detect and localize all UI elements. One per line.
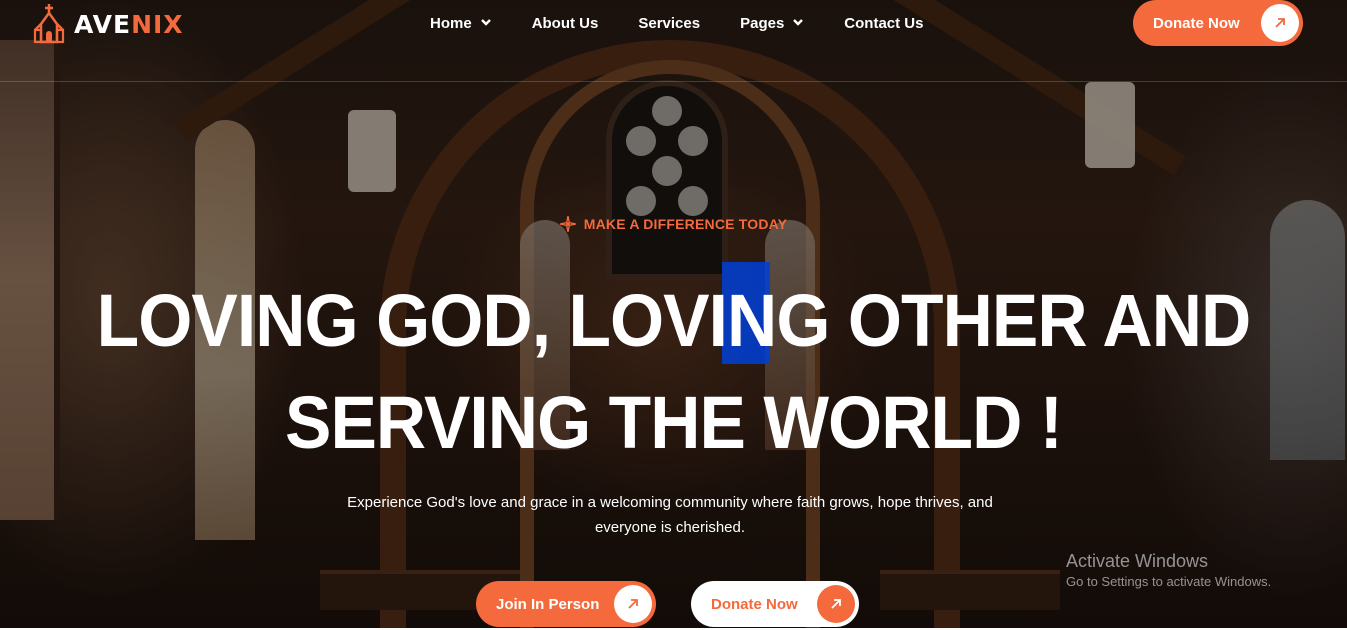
compass-star-icon xyxy=(559,216,576,232)
headline-line-2: SERVING THE WORLD ! xyxy=(285,381,1063,464)
hero-description: Experience God's love and grace in a wel… xyxy=(347,494,993,536)
chevron-down-icon xyxy=(793,19,804,26)
nav-item-services[interactable]: Services xyxy=(638,15,700,32)
hero-donate-button[interactable]: Donate Now xyxy=(691,581,859,627)
arrow-up-right-icon xyxy=(1261,4,1299,42)
header-donate-button[interactable]: Donate Now xyxy=(1133,0,1303,46)
nav-item-about-us[interactable]: About Us xyxy=(532,15,599,32)
watermark-title: Activate Windows xyxy=(1066,551,1209,571)
donate-button-label: Donate Now xyxy=(711,595,798,613)
join-in-person-button[interactable]: Join In Person xyxy=(476,581,656,627)
hero-headline: LOVING GOD, LOVING OTHER AND SERVING THE… xyxy=(40,270,1306,474)
nav-item-pages[interactable]: Pages xyxy=(740,15,804,32)
nav-item-label: Services xyxy=(638,14,701,32)
windows-activation-watermark: Activate Windows Go to Settings to activ… xyxy=(1066,551,1271,589)
arrow-up-right-icon xyxy=(817,585,855,623)
nav-item-label: Contact Us xyxy=(844,14,924,32)
main-nav: Home About Us Services Pages Contact Us xyxy=(430,12,963,34)
nav-item-label: About Us xyxy=(531,14,599,32)
brand-logo[interactable]: AVENIX xyxy=(32,4,184,44)
hero-tagline: MAKE A DIFFERENCE TODAY xyxy=(0,216,1347,232)
arrow-up-right-icon xyxy=(614,585,652,623)
church-logo-icon xyxy=(33,4,65,44)
site-header: AVENIX Home About Us Services Pages Cont… xyxy=(0,0,1347,82)
nav-item-label: Home xyxy=(430,14,472,32)
headline-line-1: LOVING GOD, LOVING OTHER AND xyxy=(96,279,1252,362)
nav-item-label: Pages xyxy=(740,14,785,32)
tagline-text: MAKE A DIFFERENCE TODAY xyxy=(583,216,788,232)
join-button-label: Join In Person xyxy=(496,595,600,613)
chevron-down-icon xyxy=(480,19,491,26)
donate-button-label: Donate Now xyxy=(1153,14,1240,32)
nav-item-contact-us[interactable]: Contact Us xyxy=(844,15,923,32)
nav-item-home[interactable]: Home xyxy=(430,15,492,32)
watermark-subtitle: Go to Settings to activate Windows. xyxy=(1066,574,1272,589)
brand-name: AVENIX xyxy=(74,9,184,39)
